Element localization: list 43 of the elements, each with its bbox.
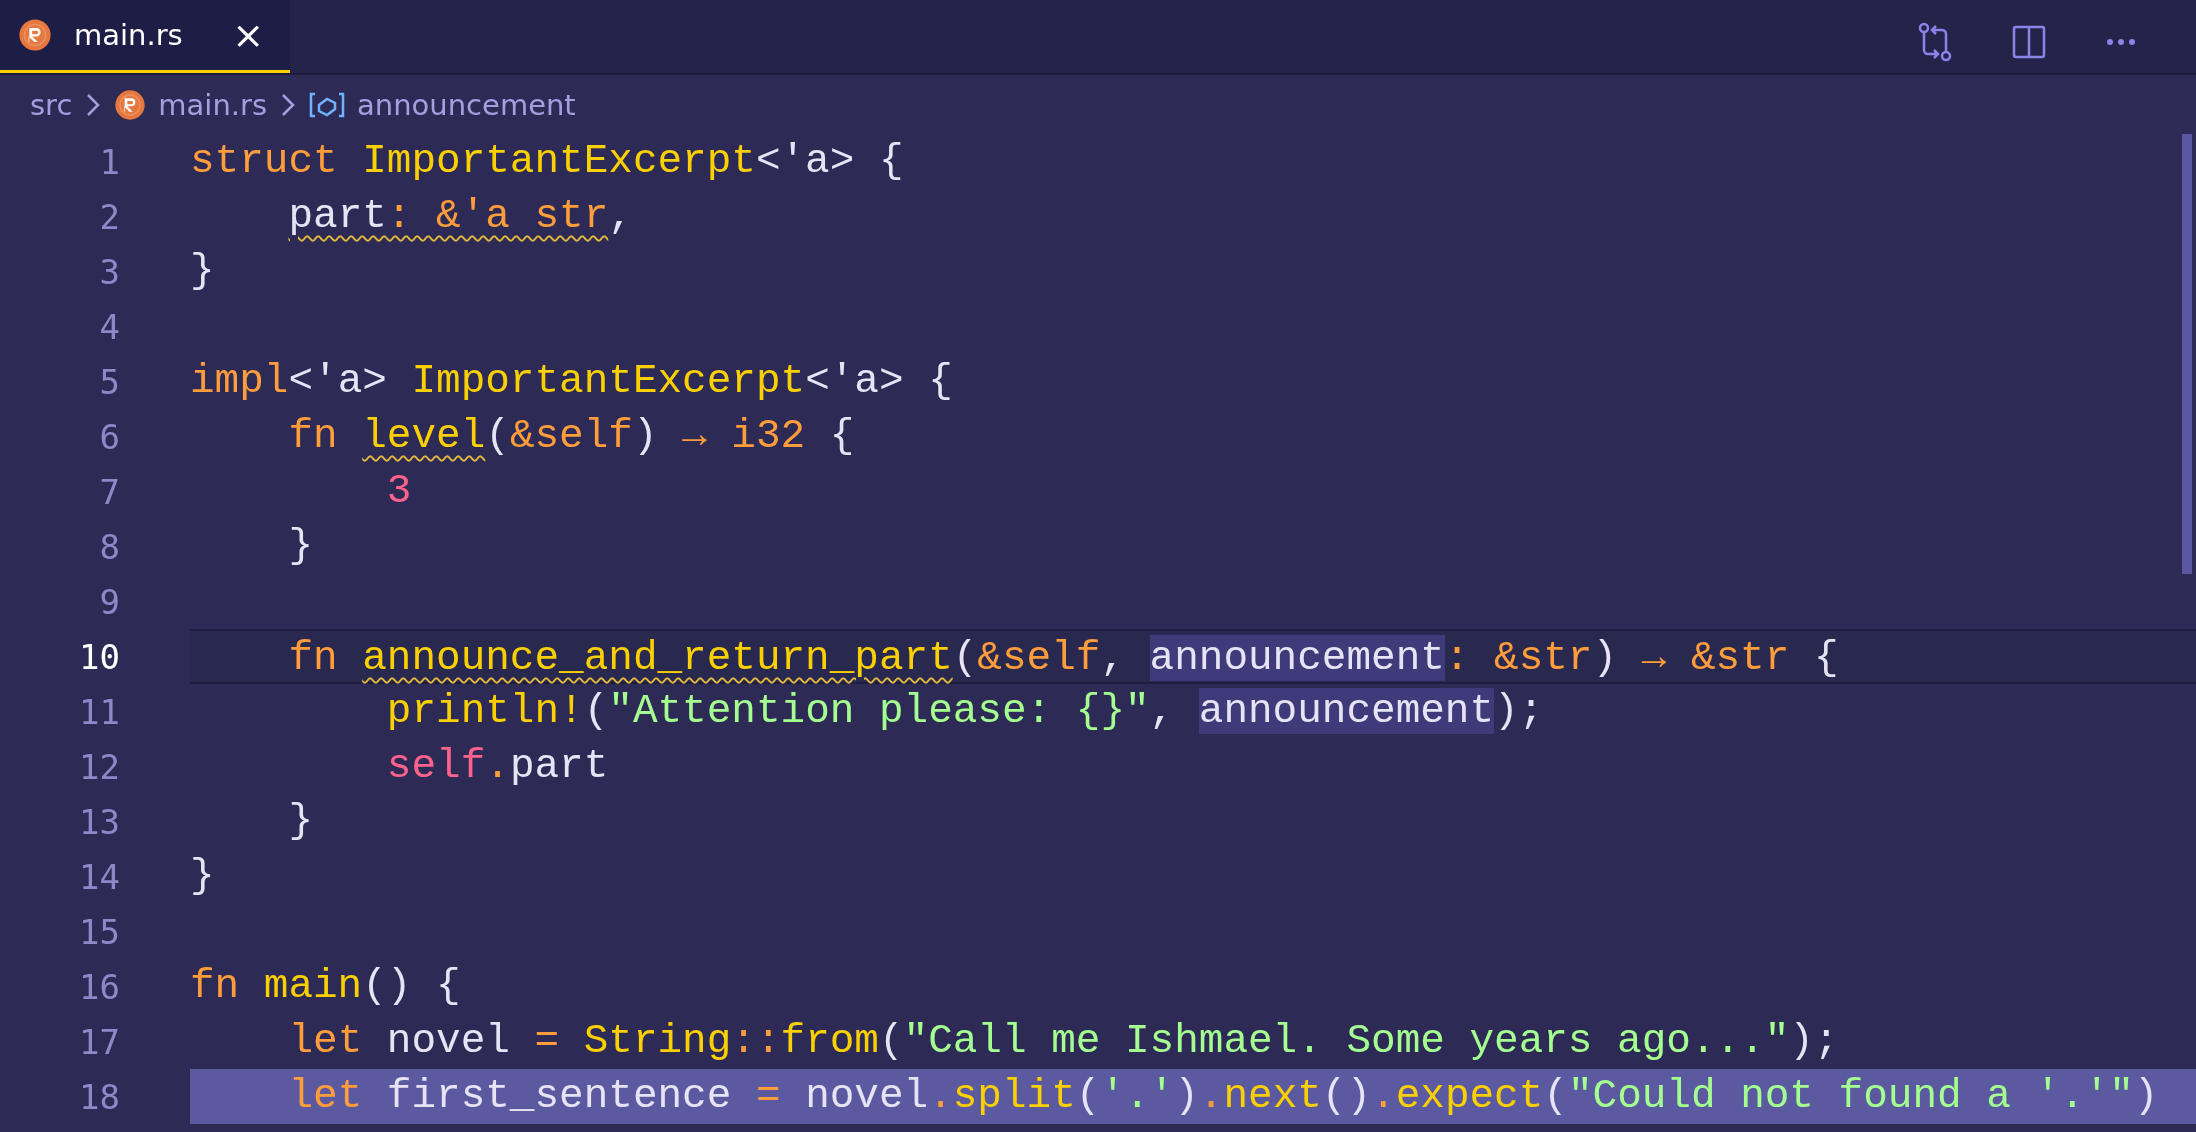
code-line: } [190, 247, 216, 296]
line-number: 4 [98, 306, 120, 347]
compare-changes-icon[interactable] [1918, 21, 1952, 62]
code-line: part: &'a str, [287, 192, 634, 241]
line-number: 5 [98, 361, 120, 402]
variable-icon [309, 90, 346, 119]
line-number: 1 [98, 141, 120, 182]
line-number: 6 [98, 416, 120, 457]
line-number: 9 [98, 581, 120, 622]
line-number: 16 [78, 966, 120, 1007]
line-number: 11 [78, 691, 120, 732]
code-line: struct ImportantExcerpt<'a> { [190, 137, 905, 186]
code-line: fn main() { [190, 962, 462, 1011]
breadcrumb-item[interactable]: src [30, 87, 73, 122]
code-line: fn level(&self) → i32 { [287, 412, 856, 461]
line-number: 17 [78, 1021, 120, 1062]
line-number: 18 [78, 1076, 120, 1117]
rust-file-icon [18, 18, 52, 52]
split-editor-icon[interactable] [2012, 24, 2046, 59]
editor-tab[interactable]: main.rs × [0, 0, 290, 73]
close-icon[interactable]: × [232, 13, 264, 57]
code-line: impl<'a> ImportantExcerpt<'a> { [190, 357, 954, 406]
code-line: let novel = String::from("Call me Ishmael. Some years ago..."); [287, 1017, 1840, 1066]
line-number: 13 [78, 801, 120, 842]
code-line: } [287, 522, 315, 571]
code-line: self.part [385, 742, 610, 791]
line-number: 2 [98, 196, 120, 237]
line-number: 7 [98, 471, 120, 512]
line-number: 3 [98, 251, 120, 292]
line-number: 8 [98, 526, 120, 567]
scrollbar[interactable] [2182, 134, 2192, 574]
more-icon[interactable] [2106, 37, 2136, 46]
code-line: } [190, 852, 216, 901]
line-number: 14 [78, 856, 120, 897]
breadcrumb-item[interactable]: main.rs [158, 87, 268, 122]
code-line: 3 [385, 467, 413, 516]
rust-file-icon [114, 88, 147, 121]
code-line: println!("Attention please: {}", announcement); [385, 687, 1545, 736]
line-number: 12 [78, 746, 120, 787]
line-number: 15 [78, 911, 120, 952]
code-line: } [287, 797, 315, 846]
breadcrumb-item[interactable]: announcement [357, 87, 576, 122]
line-number: 10 [78, 636, 120, 677]
